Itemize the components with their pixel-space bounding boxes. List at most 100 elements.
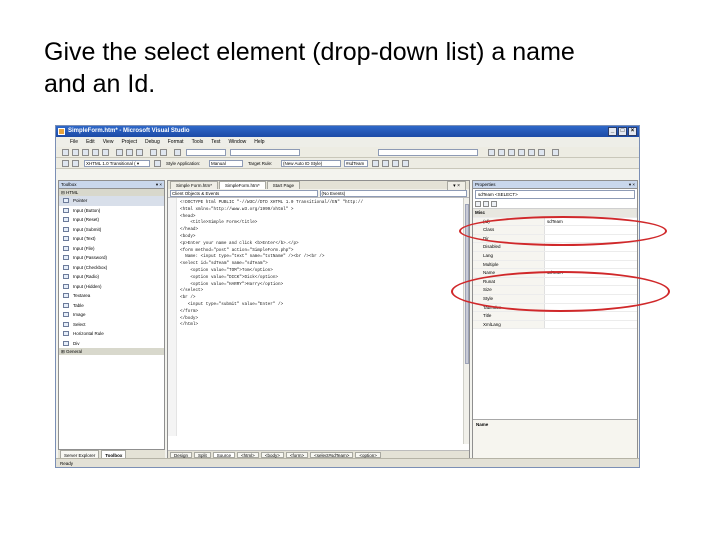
new-project-icon[interactable] xyxy=(62,149,69,156)
toolbox-item-input-checkbox[interactable]: Input (Checkbox) xyxy=(59,263,164,273)
toolbox-item-image[interactable]: Image xyxy=(59,310,164,320)
css-icon[interactable] xyxy=(154,160,161,167)
code-line[interactable]: </form> xyxy=(180,309,469,316)
code-line[interactable]: </html> xyxy=(180,322,469,329)
doctype-combo[interactable]: XHTML 1.0 Transitional ( ▾ xyxy=(84,160,150,167)
property-row-multiple[interactable]: Multiple xyxy=(473,260,637,270)
menu-test[interactable]: Test xyxy=(211,137,220,147)
cut-icon[interactable] xyxy=(116,149,123,156)
undo-icon[interactable] xyxy=(150,149,157,156)
code-line[interactable]: <form method="post" action="SimpleForm.p… xyxy=(180,248,469,255)
redo-icon[interactable] xyxy=(160,149,167,156)
start-page-icon[interactable] xyxy=(538,149,545,156)
maximize-button[interactable]: □ xyxy=(618,127,627,136)
code-line[interactable]: <head> xyxy=(180,214,469,221)
menu-file[interactable]: File xyxy=(70,137,78,147)
menu-edit[interactable]: Edit xyxy=(86,137,95,147)
code-line[interactable]: <title>Simple Form</title> xyxy=(180,220,469,227)
toolbox-group-html[interactable]: ⊟ HTML xyxy=(59,189,164,196)
code-line[interactable]: <br /> xyxy=(180,295,469,302)
toolbox-group-general[interactable]: ⊞ General xyxy=(59,348,164,355)
code-line[interactable]: <option value="TOM">Tom</option> xyxy=(180,268,469,275)
code-area[interactable]: <!DOCTYPE html PUBLIC "-//W3C//DTD XHTML… xyxy=(168,198,469,436)
property-value[interactable] xyxy=(545,261,637,269)
check-page-icon[interactable] xyxy=(72,160,79,167)
style-application-combo[interactable]: Manual xyxy=(209,160,243,167)
save-all-icon[interactable] xyxy=(102,149,109,156)
property-row-title[interactable]: Title xyxy=(473,312,637,321)
target-rule-combo[interactable]: (New Auto ID Style) xyxy=(281,160,341,167)
property-value[interactable] xyxy=(545,252,637,260)
minimize-button[interactable]: _ xyxy=(608,127,617,136)
code-line[interactable]: <p>Enter your name and click <b>Enter</b… xyxy=(180,241,469,248)
element-combo[interactable]: #sdTeam xyxy=(344,160,368,167)
platform-combo[interactable] xyxy=(230,149,300,156)
code-line[interactable]: <option value="DICK">Dick</option> xyxy=(180,275,469,282)
menu-window[interactable]: Window xyxy=(228,137,246,147)
code-line[interactable]: Name: <input type="text" name="txtName" … xyxy=(180,254,469,261)
new-style-icon[interactable] xyxy=(382,160,389,167)
property-row-lang[interactable]: Lang xyxy=(473,251,637,261)
toolbox-item-pointer[interactable]: Pointer xyxy=(59,196,164,206)
find-icon[interactable] xyxy=(488,149,495,156)
code-line[interactable]: <input type="submit" value="Enter" /> xyxy=(180,302,469,309)
code-line[interactable]: </body> xyxy=(180,316,469,323)
tab-start-page[interactable]: Start Page xyxy=(266,181,301,189)
tab-simple-form-1[interactable]: Simple Form.htm* xyxy=(170,181,219,189)
property-pages-icon[interactable] xyxy=(491,201,497,207)
configuration-combo[interactable] xyxy=(186,149,226,156)
close-button[interactable]: × xyxy=(628,127,637,136)
toolbox-item-table[interactable]: Table xyxy=(59,301,164,311)
close-icon[interactable]: ▾ × xyxy=(629,181,635,189)
toolbox-item-input-password[interactable]: Input (Password) xyxy=(59,253,164,263)
toolbox-item-input-button[interactable]: Input (Button) xyxy=(59,206,164,216)
code-line[interactable]: </head> xyxy=(180,227,469,234)
toolbox-item-select[interactable]: Select xyxy=(59,320,164,330)
properties-icon[interactable] xyxy=(508,149,515,156)
client-objects-combo[interactable]: Client Objects & Events xyxy=(170,190,318,197)
italic-icon[interactable] xyxy=(402,160,409,167)
property-row-xmllang[interactable]: XmlLang xyxy=(473,320,637,330)
toolbox-icon[interactable] xyxy=(528,149,535,156)
code-line[interactable]: </select> xyxy=(180,288,469,295)
properties-object-combo[interactable]: sdTeam <SELECT> xyxy=(475,190,635,199)
code-line[interactable]: <html xmlns="http://www.w3.org/1999/xhtm… xyxy=(180,207,469,214)
property-value[interactable] xyxy=(545,312,637,320)
code-line[interactable]: <select id="sdTeam" name="sdTeam"> xyxy=(180,261,469,268)
add-item-icon[interactable] xyxy=(72,149,79,156)
validation-icon[interactable] xyxy=(62,160,69,167)
save-icon[interactable] xyxy=(92,149,99,156)
toolbox-item-input-text[interactable]: Input (Text) xyxy=(59,234,164,244)
menu-view[interactable]: View xyxy=(103,137,114,147)
close-icon[interactable]: ▾ × xyxy=(156,181,162,189)
menu-help[interactable]: Help xyxy=(254,137,264,147)
alphabetical-icon[interactable] xyxy=(483,201,489,207)
bold-icon[interactable] xyxy=(392,160,399,167)
close-icon[interactable]: ▾ × xyxy=(447,181,466,190)
menu-tools[interactable]: Tools xyxy=(192,137,204,147)
toolbox-item-horizontal-rule[interactable]: Horizontal Rule xyxy=(59,329,164,339)
apply-style-icon[interactable] xyxy=(372,160,379,167)
copy-icon[interactable] xyxy=(126,149,133,156)
code-line[interactable]: <body> xyxy=(180,234,469,241)
events-combo[interactable]: (No Events) xyxy=(319,190,467,197)
options-icon[interactable] xyxy=(552,149,559,156)
toolbox-item-input-hidden[interactable]: Input (Hidden) xyxy=(59,282,164,292)
start-debug-icon[interactable] xyxy=(174,149,181,156)
toolbox-item-input-radio[interactable]: Input (Radio) xyxy=(59,272,164,282)
menu-project[interactable]: Project xyxy=(121,137,137,147)
code-line[interactable]: <option value="HARRY">Harry</option> xyxy=(180,282,469,289)
paste-icon[interactable] xyxy=(136,149,143,156)
find-combo[interactable] xyxy=(378,149,478,156)
property-value[interactable] xyxy=(545,321,637,329)
menu-format[interactable]: Format xyxy=(168,137,184,147)
object-browser-icon[interactable] xyxy=(518,149,525,156)
tab-simple-form-2[interactable]: SimpleForm.htm* xyxy=(219,181,266,189)
toolbox-item-input-submit[interactable]: Input (Submit) xyxy=(59,225,164,235)
toolbox-item-input-file[interactable]: Input (File) xyxy=(59,244,164,254)
toolbox-item-input-reset[interactable]: Input (Reset) xyxy=(59,215,164,225)
code-line[interactable]: <!DOCTYPE html PUBLIC "-//W3C//DTD XHTML… xyxy=(180,200,469,207)
open-icon[interactable] xyxy=(82,149,89,156)
categorized-icon[interactable] xyxy=(475,201,481,207)
toolbox-item-div[interactable]: Div xyxy=(59,339,164,349)
